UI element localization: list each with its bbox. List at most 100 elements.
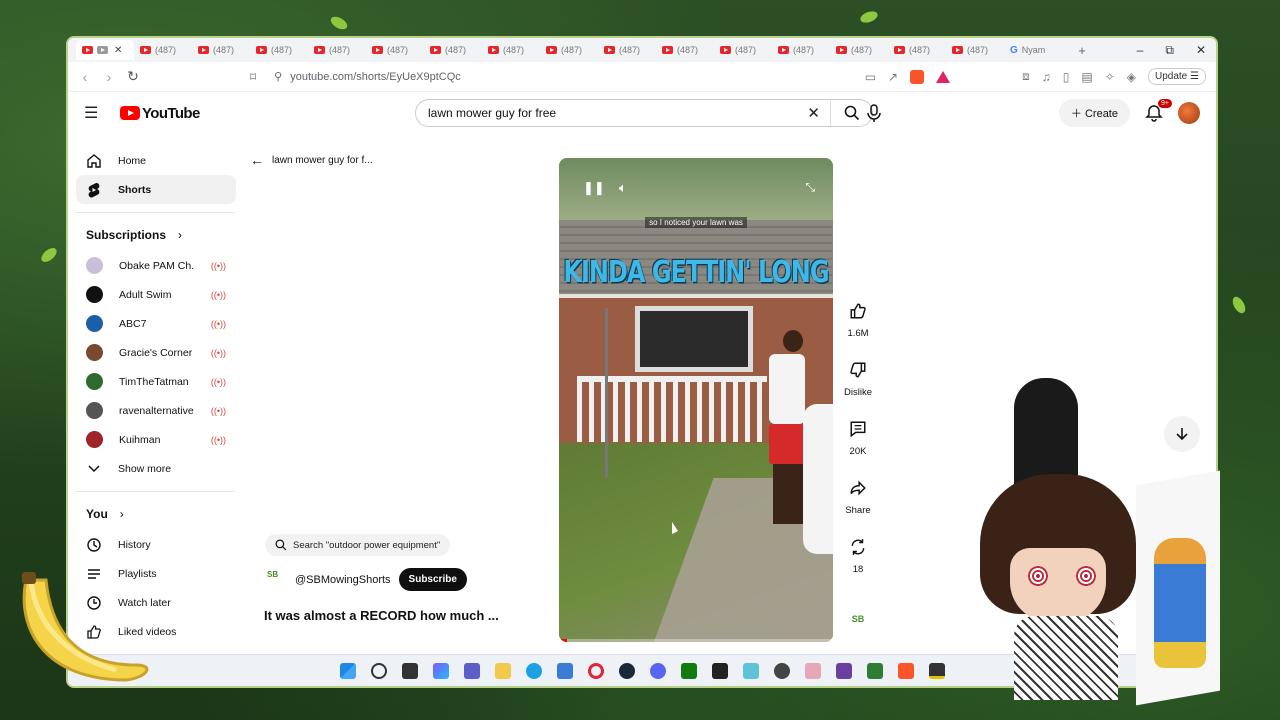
sidebar-icon[interactable]: ▯ [1063,70,1070,84]
minimize-icon[interactable]: – [1137,43,1144,58]
opera-icon[interactable] [587,662,604,679]
app-icon[interactable] [866,662,883,679]
share-page-icon[interactable]: ↗ [888,70,898,84]
sidebar-item-history[interactable]: History [76,530,236,559]
task-view-icon[interactable] [401,662,418,679]
short-title[interactable]: It was almost a RECORD how much ... [264,608,499,623]
wallet-icon[interactable]: ▤ [1081,70,1092,84]
app-icon[interactable] [928,662,945,679]
brave-rewards-icon[interactable] [936,70,951,83]
related-search-chip[interactable]: Search "outdoor power equipment" [265,534,451,556]
voice-search-button[interactable] [863,102,885,124]
app-icon[interactable] [835,662,852,679]
bookmark-icon[interactable]: ⌑ [250,70,256,84]
app-icon[interactable] [804,662,821,679]
subscription-item[interactable]: ABC7 ((•)) [76,309,236,338]
brave-icon[interactable] [897,662,914,679]
browser-tab[interactable]: (487) [772,40,830,60]
subscription-item[interactable]: Gracie's Corner ((•)) [76,338,236,367]
restore-icon[interactable]: ⧉ [1165,43,1174,58]
edge-icon[interactable] [525,662,542,679]
browser-tab[interactable]: (487) [830,40,888,60]
browser-tab[interactable]: (487) [308,40,366,60]
update-button[interactable]: Update ☰ [1148,68,1206,85]
discord-icon[interactable] [649,662,666,679]
browser-tab[interactable]: (487) [888,40,946,60]
shorts-video-player[interactable]: ❚❚ 🔈︎ ⤡ so I noticed your lawn was KINDA… [559,158,833,642]
cast-icon[interactable]: ▭ [865,70,876,84]
tab-active[interactable]: ✕ [76,40,134,60]
sidebar-item-home[interactable]: Home [76,146,236,175]
notifications-button[interactable]: 9+ [1144,99,1172,123]
browser-tab[interactable]: (487) [946,40,1004,60]
url-field[interactable]: ⌑ ⚲ youtube.com/shorts/EyUeX9ptCQc [250,70,461,84]
browser-tab[interactable]: (487) [250,40,308,60]
forward-icon[interactable]: › [102,69,116,85]
like-button[interactable]: 1.6M [847,300,869,339]
subscription-item[interactable]: Kuihman ((•)) [76,425,236,454]
file-explorer-icon[interactable] [494,662,511,679]
leo-icon[interactable]: ✧ [1105,70,1115,84]
reload-icon[interactable]: ↻ [126,68,140,85]
clear-search-icon[interactable]: ✕ [807,104,830,122]
browser-tab[interactable]: (487) [366,40,424,60]
steam-icon[interactable] [618,662,635,679]
share-button[interactable]: Share [845,477,871,516]
sound-channel-logo[interactable]: SB [846,614,870,638]
close-window-icon[interactable]: ✕ [1196,43,1206,58]
browser-tab[interactable]: (487) [540,40,598,60]
remix-button[interactable]: 18 [847,536,869,575]
fullscreen-icon[interactable]: ⤡ [805,180,815,195]
volume-icon[interactable]: 🔈︎ [619,180,627,196]
xbox-icon[interactable] [680,662,697,679]
subscriptions-header[interactable]: Subscriptions › [76,219,236,251]
music-icon[interactable]: ♫ [1042,70,1051,84]
store-icon[interactable] [556,662,573,679]
extensions-icon[interactable]: ⧈ [1022,69,1030,84]
create-label: Create [1084,108,1118,120]
pause-icon[interactable]: ❚❚ [583,180,605,196]
browser-tab[interactable]: (487) [598,40,656,60]
show-more-button[interactable]: Show more [76,454,236,483]
dislike-button[interactable]: Dislike [844,359,872,398]
channel-logo[interactable]: SB [267,570,287,590]
menu-icon[interactable]: ☰ [84,103,108,123]
browser-tab[interactable]: (487) [134,40,192,60]
browser-tab[interactable]: (487) [656,40,714,60]
brave-shield-icon[interactable] [910,69,925,84]
you-header[interactable]: You › [76,498,236,530]
browser-tab[interactable]: (487) [482,40,540,60]
start-icon[interactable] [339,662,356,679]
browser-tab[interactable]: (487) [714,40,772,60]
search-box[interactable]: lawn mower guy for free ✕ [415,99,873,127]
close-tab-icon[interactable]: ✕ [114,45,122,56]
site-info-icon[interactable]: ⚲ [274,70,282,83]
subscription-item[interactable]: Adult Swim ((•)) [76,280,236,309]
sidebar-item-shorts[interactable]: Shorts [76,175,236,204]
subscribe-button[interactable]: Subscribe [398,568,467,591]
comments-button[interactable]: 20K [847,418,869,457]
browser-tab[interactable]: (487) [424,40,482,60]
avatar[interactable] [1178,102,1200,124]
search-taskbar-icon[interactable] [370,662,387,679]
teams-icon[interactable] [463,662,480,679]
vpn-icon[interactable]: ◈ [1127,70,1136,84]
epic-games-icon[interactable] [711,662,728,679]
browser-tab[interactable]: (487) [192,40,250,60]
subscription-item[interactable]: Obake PAM Ch. ((•)) [76,251,236,280]
app-icon[interactable] [742,662,759,679]
url-text[interactable]: youtube.com/shorts/EyUeX9ptCQc [290,71,461,83]
search-input[interactable]: lawn mower guy for free [428,106,556,120]
shorts-back-link[interactable]: ← lawn mower guy for f... [250,152,373,168]
channel-name[interactable]: @SBMowingShorts [295,574,391,586]
subscription-item[interactable]: ravenalternative ((•)) [76,396,236,425]
app-icon[interactable] [773,662,790,679]
youtube-logo[interactable]: YouTube [120,105,200,122]
copilot-icon[interactable] [432,662,449,679]
back-icon[interactable]: ‹ [78,69,92,85]
subscription-item[interactable]: TimTheTatman ((•)) [76,367,236,396]
tab-google[interactable]: G Nyam [1004,40,1064,60]
video-progress-bar[interactable] [559,639,833,642]
new-tab-button[interactable]: + [1072,43,1092,58]
create-button[interactable]: ＋ Create [1058,99,1130,127]
